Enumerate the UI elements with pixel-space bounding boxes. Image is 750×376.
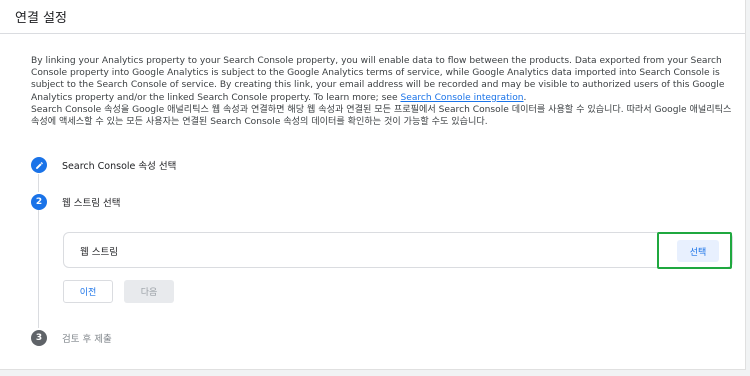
step-connector	[38, 174, 39, 192]
search-console-integration-link[interactable]: Search Console integration	[400, 93, 523, 103]
page-title: 연결 설정	[15, 11, 67, 26]
pencil-icon	[35, 161, 43, 169]
panel-header: 연결 설정	[0, 0, 745, 34]
web-stream-card: 웹 스트림	[63, 232, 733, 268]
step-3-number: 3	[31, 330, 47, 346]
description-korean: Search Console 속성을 Google 애널리틱스 웹 속성과 연결…	[31, 104, 732, 128]
step-1-completed-icon	[31, 157, 47, 173]
link-settings-panel: 연결 설정 By linking your Analytics property…	[0, 0, 746, 370]
next-button[interactable]: 다음	[124, 280, 174, 303]
step-3-label: 검토 후 제출	[62, 334, 112, 345]
description-text: By linking your Analytics property to yo…	[31, 55, 736, 128]
step-connector	[38, 210, 39, 328]
web-stream-label: 웹 스트림	[80, 247, 118, 258]
description-english-end: .	[523, 92, 527, 103]
select-stream-button[interactable]: 선택	[677, 240, 719, 262]
description-english: By linking your Analytics property to yo…	[31, 56, 725, 103]
step-2-number: 2	[31, 194, 47, 210]
step-1-label[interactable]: Search Console 속성 선택	[62, 158, 176, 172]
step-2-label: 웹 스트림 선택	[62, 198, 121, 209]
previous-button[interactable]: 이전	[63, 280, 113, 303]
